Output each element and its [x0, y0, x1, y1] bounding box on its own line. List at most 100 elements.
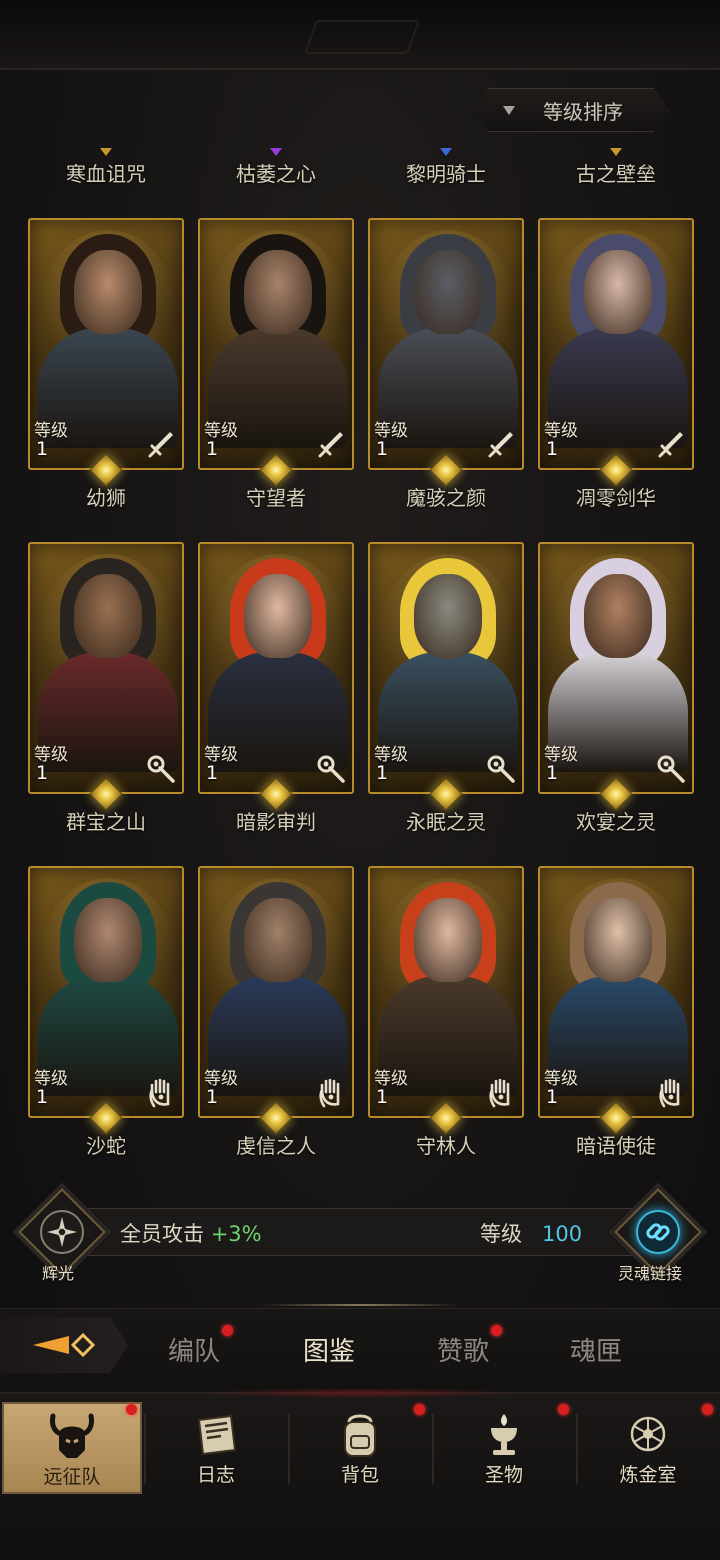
sub-navigation: 编队 图鉴 赞歌 魂匣: [0, 1308, 720, 1392]
hero-face: [74, 574, 142, 658]
backpack-icon: [335, 1410, 385, 1460]
bonus-text: 全员攻击 +3%: [120, 1222, 262, 1246]
hero-face: [584, 574, 652, 658]
scroll-icon: [191, 1410, 241, 1460]
top-frame: [0, 0, 720, 70]
staff-icon: [146, 754, 176, 784]
dropdown-arrow-icon: [503, 105, 515, 115]
rarity-gem-icon: [270, 148, 282, 156]
hero-name: 暗影审判: [236, 810, 316, 834]
level-value: 1: [206, 762, 219, 784]
hero-name: 虔信之人: [236, 1134, 316, 1158]
hero-face: [74, 898, 142, 982]
level-value: 1: [546, 1086, 559, 1108]
bottom-navigation: 远征队 日志 背包 圣物 炼金室: [0, 1388, 720, 1560]
horned-helmet-icon: [47, 1412, 97, 1462]
level-value: 1: [36, 438, 49, 460]
subtab-3[interactable]: 魂匣: [570, 1331, 622, 1368]
hero-portrait[interactable]: 等级 1: [368, 218, 524, 470]
tab-separator: [576, 1414, 578, 1484]
hero-portrait[interactable]: 等级 1: [28, 218, 184, 470]
rarity-gem-icon: [610, 148, 622, 156]
hero-face: [414, 574, 482, 658]
notification-dot: [558, 1404, 569, 1415]
sort-by-level-button[interactable]: 等级排序: [474, 88, 668, 132]
hero-face: [74, 250, 142, 334]
staff-icon: [486, 754, 516, 784]
hero-portrait[interactable]: 等级 1: [538, 218, 694, 470]
level-value: 1: [376, 1086, 389, 1108]
hand-icon: [486, 1078, 516, 1108]
sword-icon: [146, 430, 176, 460]
level-value: 1: [36, 1086, 49, 1108]
hero-name: 沙蛇: [86, 1134, 126, 1158]
level-value: 1: [36, 762, 49, 784]
level-value: 1: [546, 438, 559, 460]
hero-face: [414, 898, 482, 982]
rarity-gem-icon: [100, 148, 112, 156]
hero-portrait[interactable]: 等级 1: [198, 866, 354, 1118]
hero-portrait[interactable]: 等级 1: [28, 866, 184, 1118]
subtab-0[interactable]: 编队: [168, 1331, 220, 1368]
hero-name: 守望者: [246, 486, 306, 510]
bottom-tab-4[interactable]: 炼金室: [578, 1402, 718, 1494]
collection-bonus-bar: 辉光 全员攻击 +3% 等级 100 灵魂链接: [0, 1178, 720, 1288]
hero-face: [244, 250, 312, 334]
hero-portrait[interactable]: 等级 1: [198, 542, 354, 794]
sword-icon: [656, 430, 686, 460]
hero-name: 群宝之山: [66, 810, 146, 834]
bottom-tab-0[interactable]: 远征队: [2, 1402, 142, 1494]
hero-portrait[interactable]: 等级 1: [198, 218, 354, 470]
hand-icon: [656, 1078, 686, 1108]
notification-dot: [222, 1325, 233, 1336]
collection-screen: 等级排序 寒血诅咒 等级 1 幼狮枯萎之心 等级 1 守望者黎明骑士 等级: [0, 0, 720, 1560]
notification-dot: [414, 1404, 425, 1415]
hero-name: 欢宴之灵: [576, 810, 656, 834]
tab-separator: [288, 1414, 290, 1484]
hero-face: [584, 250, 652, 334]
bottom-tab-3[interactable]: 圣物: [434, 1402, 574, 1494]
back-button[interactable]: [0, 1317, 128, 1373]
hero-name: 幼狮: [86, 486, 126, 510]
hero-name: 永眠之灵: [406, 810, 486, 834]
hero-portrait[interactable]: 等级 1: [368, 866, 524, 1118]
bonus-percent: +3%: [210, 1222, 262, 1246]
staff-icon: [656, 754, 686, 784]
sword-icon: [316, 430, 346, 460]
subtab-1[interactable]: 图鉴: [303, 1331, 355, 1368]
hero-name: 魔骇之颜: [406, 486, 486, 510]
tab-separator: [432, 1414, 434, 1484]
hero-title: 枯萎之心: [236, 162, 316, 186]
chalice-icon: [479, 1410, 529, 1460]
rarity-gem-icon: [440, 148, 452, 156]
bottom-tab-2[interactable]: 背包: [290, 1402, 430, 1494]
subtab-2[interactable]: 赞歌: [437, 1331, 489, 1368]
staff-icon: [316, 754, 346, 784]
notification-dot: [702, 1404, 713, 1415]
collection-level: 等级 100: [480, 1222, 583, 1246]
bottom-tab-1[interactable]: 日志: [146, 1402, 286, 1494]
chain-link-icon: [636, 1210, 680, 1254]
hero-title: 黎明骑士: [406, 162, 486, 186]
hero-name: 凋零剑华: [576, 486, 656, 510]
hero-portrait[interactable]: 等级 1: [368, 542, 524, 794]
level-value: 1: [206, 438, 219, 460]
tab-separator: [144, 1414, 146, 1484]
hero-name: 暗语使徒: [576, 1134, 656, 1158]
soul-link-label: 灵魂链接: [618, 1264, 683, 1283]
hero-portrait[interactable]: 等级 1: [538, 866, 694, 1118]
hero-title: 古之壁垒: [576, 162, 656, 186]
hero-portrait[interactable]: 等级 1: [28, 542, 184, 794]
hero-face: [244, 898, 312, 982]
level-value: 1: [376, 762, 389, 784]
compass-sword-icon: [40, 1210, 84, 1254]
hero-face: [244, 574, 312, 658]
hand-icon: [316, 1078, 346, 1108]
hero-portrait[interactable]: 等级 1: [538, 542, 694, 794]
back-arrow-icon: [33, 1332, 96, 1358]
notification-dot: [126, 1404, 137, 1415]
hero-title: 寒血诅咒: [66, 162, 146, 186]
sort-label: 等级排序: [543, 99, 623, 124]
collection-level-value: 100: [542, 1222, 583, 1246]
level-value: 1: [376, 438, 389, 460]
